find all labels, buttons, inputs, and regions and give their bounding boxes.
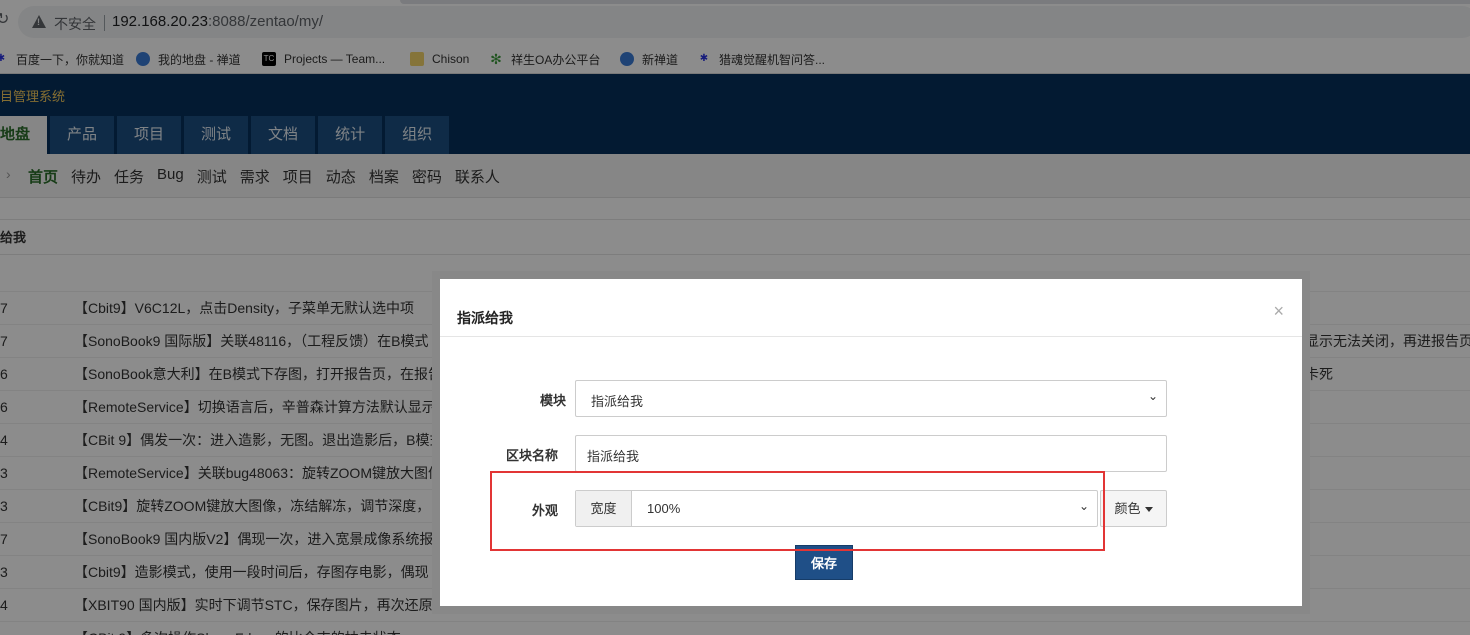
caret-down-icon xyxy=(1144,507,1153,513)
color-dropdown-button[interactable]: 颜色 xyxy=(1100,490,1167,527)
block-name-label: 区块名称 xyxy=(505,448,558,463)
block-name-input[interactable]: 指派给我 xyxy=(575,435,1167,472)
chevron-down-icon: ⌄ xyxy=(1147,389,1158,403)
modal-body: 指派给我 × 模块 指派给我 ⌄ 区块名称 指派给我 外观 宽度 100% ⌄ … xyxy=(440,279,1302,606)
color-button-label: 颜色 xyxy=(1114,501,1141,516)
block-name-value: 指派给我 xyxy=(587,449,640,464)
modal-title: 指派给我 xyxy=(457,310,513,326)
module-select-value: 指派给我 xyxy=(591,394,644,409)
module-label: 模块 xyxy=(539,393,566,408)
modal-divider xyxy=(440,336,1302,337)
highlight-annotation xyxy=(490,471,1105,551)
close-icon[interactable]: × xyxy=(1273,301,1284,322)
module-select[interactable]: 指派给我 ⌄ xyxy=(575,380,1167,417)
block-settings-modal: 指派给我 × 模块 指派给我 ⌄ 区块名称 指派给我 外观 宽度 100% ⌄ … xyxy=(432,271,1310,614)
